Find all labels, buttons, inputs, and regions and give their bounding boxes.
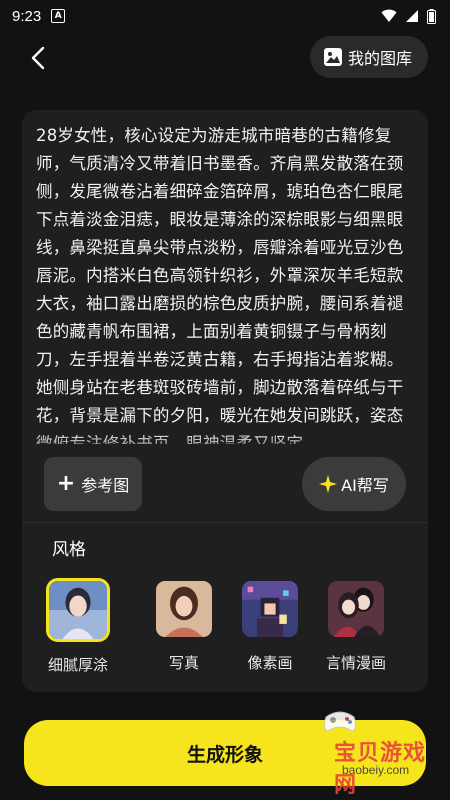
ai-help-label: AI帮写 [341, 476, 389, 495]
style-item-thick-paint[interactable]: 细腻厚涂 [38, 578, 118, 675]
style-item-pixel[interactable]: 像素画 [230, 578, 310, 673]
wifi-icon [381, 9, 397, 22]
plus-icon: + [56, 471, 76, 496]
image-icon [323, 48, 342, 66]
reference-image-label: 参考图 [81, 476, 130, 495]
style-label: 言情漫画 [325, 654, 386, 672]
editor-card: 28岁女性，核心设定为游走城市暗巷的古籍修复师，气质清冷又带着旧书墨香。齐肩黑发… [22, 110, 428, 692]
prompt-textarea[interactable]: 28岁女性，核心设定为游走城市暗巷的古籍修复师，气质清冷又带着旧书墨香。齐肩黑发… [36, 122, 416, 444]
status-time: 9:23 [12, 7, 42, 25]
watermark-url: baobeiy.com [342, 763, 410, 777]
style-item-romance-comic[interactable]: 言情漫画 [316, 578, 396, 673]
style-thumbnail [46, 578, 110, 642]
style-list: 细腻厚涂 写真 像素画 言情漫画 [38, 578, 418, 678]
style-label: 细腻厚涂 [47, 656, 108, 674]
chevron-left-icon [31, 46, 45, 70]
my-gallery-button[interactable]: 我的图库 [309, 36, 428, 78]
style-section-title: 风格 [52, 540, 86, 560]
style-label: 像素画 [247, 654, 293, 672]
style-thumbnail [325, 578, 387, 640]
back-button[interactable] [20, 40, 56, 76]
signal-icon [406, 10, 418, 22]
watermark: 宝贝游戏网 baobeiy.com [292, 705, 442, 798]
status-icons [381, 8, 436, 24]
ai-help-button[interactable]: AI帮写 [302, 457, 406, 511]
style-label: 写真 [168, 654, 199, 672]
sparkle-icon [319, 475, 338, 493]
my-gallery-label: 我的图库 [347, 49, 412, 68]
style-item-portrait[interactable]: 写真 [144, 578, 224, 673]
app-notification-icon: A [51, 9, 66, 23]
battery-icon [427, 8, 436, 24]
divider [22, 522, 428, 523]
reference-image-button[interactable]: + 参考图 [44, 457, 142, 511]
style-thumbnail [239, 578, 301, 640]
style-thumbnail [153, 578, 215, 640]
status-bar: 9:23 A [0, 0, 450, 32]
